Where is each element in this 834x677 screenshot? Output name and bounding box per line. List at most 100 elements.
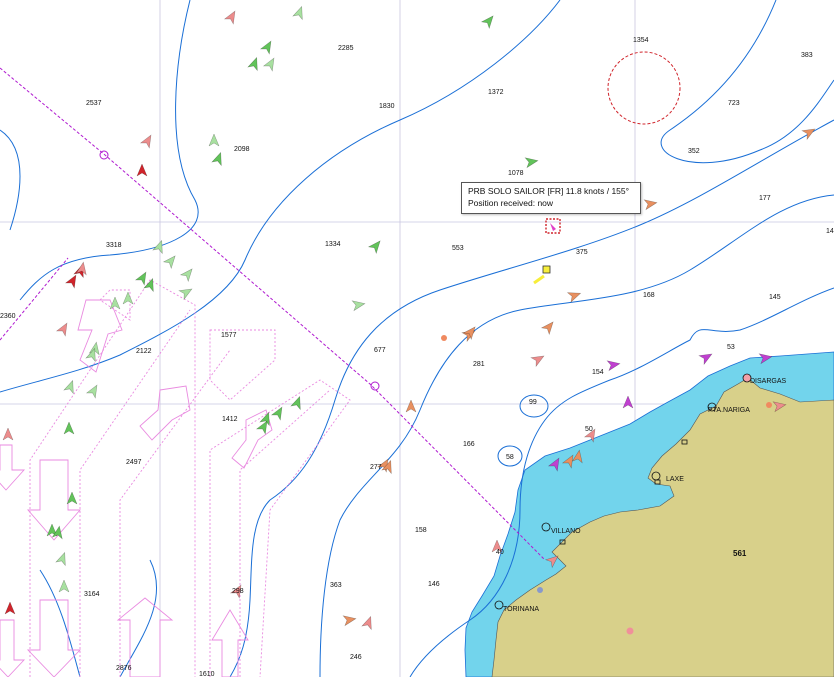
vessel-icon[interactable] (540, 319, 557, 336)
vessel-icon[interactable] (292, 5, 307, 21)
vessel-icon[interactable] (524, 156, 539, 169)
place-label: DISARGAS (750, 378, 787, 385)
vessel-icon[interactable] (361, 615, 376, 631)
depth-sounding: 1334 (325, 241, 341, 248)
vessel-icon[interactable] (342, 614, 357, 627)
vessel-icon[interactable] (259, 39, 276, 55)
vessel-route (0, 67, 546, 561)
vessel-icon[interactable] (462, 324, 479, 341)
vessel-icon[interactable] (55, 321, 72, 337)
vessel-icon[interactable] (530, 352, 546, 368)
depth-sounding: 50 (585, 426, 593, 433)
depth-sounding: 1577 (221, 332, 237, 339)
depth-sounding: 154 (592, 369, 604, 376)
depth-sounding: 2098 (234, 146, 250, 153)
vessel-icon[interactable] (134, 270, 151, 286)
depth-sounding: 1830 (379, 103, 395, 110)
depth-sounding: 2876 (116, 665, 132, 672)
tooltip-vessel-info: PRB SOLO SAILOR [FR] 11.8 knots / 155° (468, 186, 630, 196)
vessel-icon[interactable] (801, 125, 817, 141)
depth-sounding: 363 (330, 582, 342, 589)
depth-sounding: 352 (688, 148, 700, 155)
yellow-vessel-marker[interactable] (533, 265, 551, 285)
depth-sounding: 1610 (199, 671, 215, 677)
depth-sounding: 281 (473, 361, 485, 368)
vessel-icon[interactable] (367, 238, 384, 255)
place-label: PTA.NARIGA (708, 407, 750, 414)
vessel-icon[interactable] (208, 133, 220, 147)
depth-sounding: 2122 (136, 348, 152, 355)
depth-sounding: 1354 (633, 37, 649, 44)
vessel-icon[interactable] (179, 266, 196, 283)
nautical-chart[interactable]: 2285 1354 383 2537 1830 1372 723 2098 1078 352 177… (0, 0, 834, 677)
depth-sounding: 677 (374, 347, 386, 354)
vessel-icon[interactable] (211, 151, 226, 167)
place-label: LAXE (666, 476, 684, 483)
vessel-icon[interactable] (698, 350, 714, 366)
depth-sounding: 246 (350, 654, 362, 661)
route-waypoint[interactable] (99, 150, 109, 160)
tooltip-position-time: Position received: now (468, 198, 554, 208)
vessel-icon[interactable] (351, 299, 366, 312)
depth-sounding: 2360 (0, 313, 16, 320)
selected-vessel-marker[interactable] (545, 218, 561, 234)
depth-sounding: 158 (415, 527, 427, 534)
depth-sounding: 40 (496, 549, 504, 556)
depth-sounding: 99 (529, 399, 537, 406)
vessel-icon[interactable] (139, 133, 156, 149)
depth-sounding: 177 (759, 195, 771, 202)
restricted-area-circle (607, 51, 681, 125)
route-waypoint[interactable] (370, 381, 380, 391)
depth-sounding: 53 (727, 344, 735, 351)
depth-sounding: 166 (463, 441, 475, 448)
depth-sounding: 1078 (508, 170, 524, 177)
vessel-icon[interactable] (262, 56, 279, 72)
depth-sounding: 1412 (222, 416, 238, 423)
vessel-icon[interactable] (55, 551, 70, 567)
depth-sounding: 14 (826, 228, 834, 235)
vessel-icon[interactable] (480, 13, 497, 30)
depth-sounding: 375 (576, 249, 588, 256)
vessel-icon[interactable] (64, 273, 81, 289)
vessel-icon[interactable] (143, 277, 158, 293)
vessel-tooltip: PRB SOLO SAILOR [FR] 11.8 knots / 155° P… (461, 182, 641, 214)
vessel-icon[interactable] (66, 491, 78, 505)
depth-sounding: 3164 (84, 591, 100, 598)
vessel-icon[interactable] (270, 405, 287, 421)
summit-elevation: 561 (733, 549, 747, 558)
depth-sounding: 553 (452, 245, 464, 252)
depth-sounding: 2497 (126, 459, 142, 466)
vessel-icon[interactable] (4, 601, 16, 615)
vessel-icon[interactable] (2, 427, 14, 441)
vessel-icon[interactable] (606, 359, 621, 372)
depth-sounding: 383 (801, 52, 813, 59)
depth-sounding: 723 (728, 100, 740, 107)
depth-sounding: 1372 (488, 89, 504, 96)
depth-sounding: 2285 (338, 45, 354, 52)
depth-sounding: 145 (769, 294, 781, 301)
traffic-separation-scheme (29, 279, 351, 677)
depth-sounding: 168 (643, 292, 655, 299)
depth-sounding: 3318 (106, 242, 122, 249)
vessel-icon[interactable] (405, 399, 417, 413)
depth-sounding: 58 (506, 454, 514, 461)
depth-sounding: 277 (370, 464, 382, 471)
vessel-icon[interactable] (566, 289, 583, 303)
vessel-icon[interactable] (136, 163, 148, 177)
place-label: VILLANO (551, 528, 581, 535)
vessel-icon[interactable] (622, 395, 634, 409)
vessel-icon[interactable] (58, 579, 70, 593)
vessel-icon[interactable] (63, 379, 78, 395)
depth-sounding: 298 (232, 588, 244, 595)
vessel-icon[interactable] (162, 253, 179, 270)
vessel-icon[interactable] (85, 383, 102, 399)
depth-sounding: 2537 (86, 100, 102, 107)
vessel-icon[interactable] (223, 9, 240, 25)
place-label: TORINANA (503, 606, 539, 613)
vessel-icon[interactable] (643, 198, 658, 211)
vessel-icon[interactable] (63, 421, 75, 435)
depth-sounding: 146 (428, 581, 440, 588)
tss-arrows (0, 299, 273, 677)
vessel-icon[interactable] (247, 56, 262, 72)
vessel-icon[interactable] (122, 291, 134, 305)
